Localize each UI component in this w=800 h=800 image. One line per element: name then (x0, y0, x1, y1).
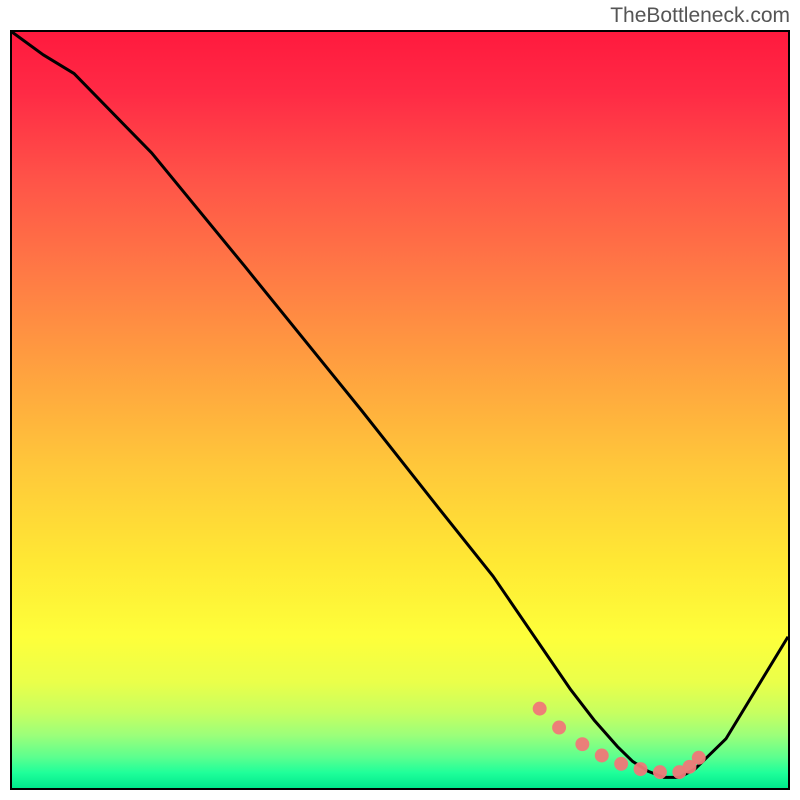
chart-plot-area (10, 30, 790, 790)
chart-svg (12, 32, 788, 788)
chart-curve (12, 32, 788, 777)
chart-markers (533, 702, 706, 779)
watermark-text: TheBottleneck.com (610, 4, 790, 28)
